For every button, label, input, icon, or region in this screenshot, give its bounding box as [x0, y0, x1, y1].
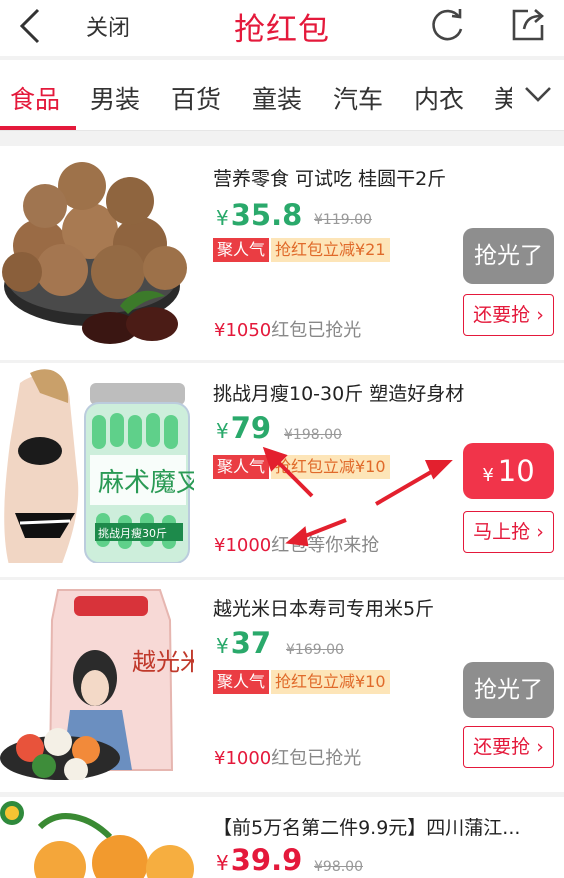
product-image-rice[interactable]: 越光米: [0, 580, 194, 780]
product-name[interactable]: 越光米日本寿司专用米5斤: [213, 594, 434, 621]
red-packet-status: ¥1000红包等你来抢: [214, 535, 380, 556]
product-name[interactable]: 营养零食 可试吃 桂圆干2斤: [213, 164, 446, 191]
want-more-button[interactable]: 还要抢 ›: [463, 294, 554, 336]
product-card[interactable]: 麻术魔叉 挑战月瘦30斤 挑战月瘦10-30斤 塑造好身材 ¥79 ¥198.0…: [0, 363, 564, 577]
rice-brand: 越光米: [132, 648, 194, 676]
original-price: ¥198.00: [284, 427, 342, 443]
product-card[interactable]: 营养零食 可试吃 桂圆干2斤 ¥35.8 ¥119.00 聚人气 抢红包立减¥2…: [0, 146, 564, 360]
popularity-tag: 聚人气: [213, 455, 270, 479]
product-price: ¥35.8: [216, 198, 303, 232]
product-price: ¥79: [216, 411, 272, 445]
product-name[interactable]: 【前5万名第二件9.9元】四川蒲江...: [213, 813, 520, 840]
popularity-tag: 聚人气: [213, 670, 270, 694]
product-card[interactable]: 【前5万名第二件9.9元】四川蒲江... ¥39.9 ¥98.00: [0, 797, 564, 878]
refresh-icon[interactable]: [428, 5, 468, 45]
red-packet-status: ¥1000红包已抢光: [214, 748, 362, 769]
jar-band: 挑战月瘦30斤: [98, 526, 167, 540]
tab-underwear[interactable]: 内衣: [414, 80, 464, 116]
grab-now-button[interactable]: 马上抢 ›: [463, 511, 554, 553]
sold-out-button[interactable]: 抢光了: [463, 228, 554, 284]
chevron-right-icon: ›: [536, 736, 544, 758]
original-price: ¥119.00: [314, 212, 372, 228]
product-image-longan[interactable]: [0, 146, 194, 346]
chevron-right-icon: ›: [536, 304, 544, 326]
red-packet-status: ¥1050红包已抢光: [214, 320, 362, 341]
active-tab-indicator: [0, 126, 76, 130]
close-button[interactable]: 关闭: [86, 10, 130, 42]
product-price: ¥37: [216, 626, 272, 660]
category-tabs: 食品 男装 百货 童装 汽车 内衣 美: [0, 60, 564, 131]
chevron-right-icon: ›: [536, 521, 544, 543]
product-image-orange[interactable]: [0, 797, 194, 878]
back-arrow-icon[interactable]: [14, 6, 54, 46]
top-bar: 关闭 抢红包: [0, 0, 564, 56]
discount-tag: 抢红包立减¥10: [271, 670, 390, 694]
grab-red-packet-button[interactable]: ¥10: [463, 443, 554, 499]
share-icon[interactable]: [508, 5, 548, 45]
want-more-button[interactable]: 还要抢 ›: [463, 726, 554, 768]
popularity-tag: 聚人气: [213, 238, 270, 262]
tab-general-goods[interactable]: 百货: [171, 80, 221, 116]
chevron-down-icon: [525, 87, 551, 102]
discount-tag: 抢红包立减¥10: [271, 455, 390, 479]
product-image-slimming[interactable]: 麻术魔叉 挑战月瘦30斤: [0, 363, 194, 563]
more-categories-button[interactable]: [512, 60, 564, 130]
product-card[interactable]: 越光米 越光米日本寿司专用米5斤 ¥37 ¥169.00 聚人气 抢红包立减¥1…: [0, 580, 564, 792]
sold-out-button[interactable]: 抢光了: [463, 662, 554, 718]
original-price: ¥98.00: [314, 859, 363, 875]
product-name[interactable]: 挑战月瘦10-30斤 塑造好身材: [213, 379, 464, 406]
product-price: ¥39.9: [216, 843, 303, 877]
tab-beauty[interactable]: 美: [494, 80, 512, 116]
discount-tag: 抢红包立减¥21: [271, 238, 390, 262]
tab-kidswear[interactable]: 童装: [252, 80, 302, 116]
tab-auto[interactable]: 汽车: [333, 80, 383, 116]
page-title: 抢红包: [234, 12, 330, 48]
tab-food[interactable]: 食品: [10, 80, 60, 116]
tab-menswear[interactable]: 男装: [90, 80, 140, 116]
jar-brand: 麻术魔叉: [98, 468, 194, 498]
original-price: ¥169.00: [286, 642, 344, 658]
